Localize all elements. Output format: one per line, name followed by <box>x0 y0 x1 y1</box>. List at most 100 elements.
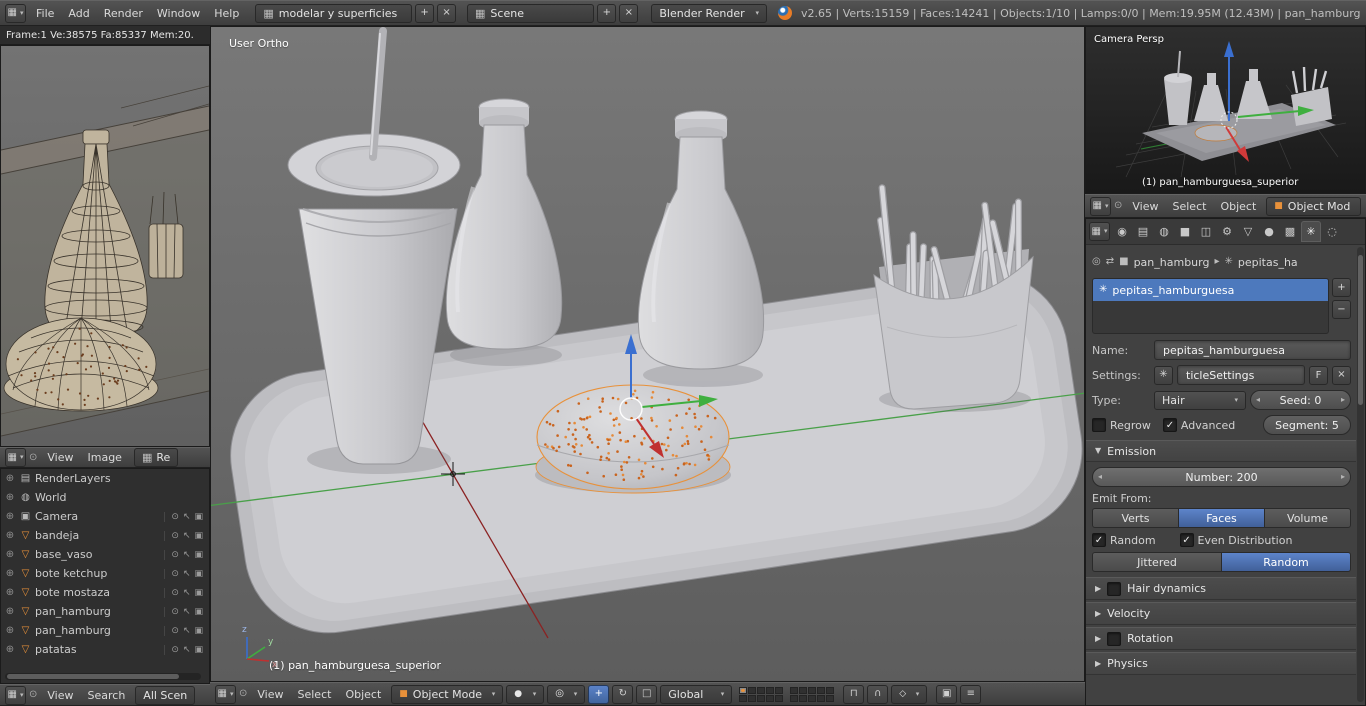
renderable-camera-icon[interactable]: ▣ <box>194 588 203 598</box>
layer-9-toggle[interactable] <box>766 694 775 702</box>
wireframe-bun[interactable] <box>3 317 159 412</box>
outliner-editor-type-button[interactable]: ▦ ▾ <box>5 685 26 705</box>
menu-file[interactable]: File <box>29 7 61 20</box>
collapse-menu-icon[interactable]: ⊙ <box>1114 201 1122 211</box>
expand-icon[interactable]: ⊕ <box>4 549 16 560</box>
translate-manipulator-button[interactable]: + <box>588 684 610 704</box>
rotate-manipulator-button[interactable]: ↻ <box>612 684 634 704</box>
visibility-eye-icon[interactable]: ⊙ <box>171 588 179 598</box>
renderable-camera-icon[interactable]: ▣ <box>194 512 203 522</box>
layer-6-toggle[interactable] <box>790 694 799 702</box>
mode-dropdown[interactable]: ■ Object Mode ▾ <box>391 684 504 704</box>
properties-scrollbar[interactable] <box>1357 247 1364 702</box>
outliner-menu-view[interactable]: View <box>40 689 80 702</box>
advanced-checkbox[interactable]: ✓ <box>1162 418 1177 432</box>
type-dropdown[interactable]: Hair ▾ <box>1154 390 1246 410</box>
menu-help[interactable]: Help <box>207 7 246 20</box>
browse-settings-button[interactable]: ✳ <box>1154 365 1173 385</box>
render-opengl-button[interactable]: ▣ <box>936 684 958 704</box>
properties-tab-physics[interactable]: ◌ <box>1322 221 1342 242</box>
breadcrumb-particles[interactable]: pepitas_ha <box>1238 256 1298 269</box>
properties-tab-render[interactable]: ◉ <box>1112 221 1132 242</box>
image-datablock-selector[interactable]: ▦ Re <box>133 448 179 467</box>
layer-6-toggle[interactable] <box>739 694 748 702</box>
renderable-camera-icon[interactable]: ▣ <box>194 550 203 560</box>
close-screen-button[interactable]: × <box>437 3 457 23</box>
properties-tab-world[interactable]: ◍ <box>1154 221 1174 242</box>
layer-8-toggle[interactable] <box>757 694 766 702</box>
mode-dropdown[interactable]: ■ Object Mod <box>1266 196 1361 216</box>
shading-dropdown[interactable]: ● ▾ <box>506 684 545 704</box>
remove-particle-system-button[interactable]: − <box>1332 300 1351 319</box>
camera-menu-object[interactable]: Object <box>1213 200 1263 213</box>
outliner-item[interactable]: ⊕ ▽ bote ketchup ⊙ ↖ ▣ <box>1 564 209 583</box>
outliner-item[interactable]: ⊕ ▽ base_vaso ⊙ ↖ ▣ <box>1 545 209 564</box>
visibility-eye-icon[interactable]: ⊙ <box>171 626 179 636</box>
main-viewport-canvas[interactable]: z y x <box>205 27 1087 681</box>
delete-scene-button[interactable]: × <box>619 3 639 23</box>
image-editor-type-button[interactable]: ▦ ▾ <box>5 448 26 467</box>
outliner-item-label[interactable]: World <box>35 491 67 504</box>
orientation-dropdown[interactable]: Global ▾ <box>660 684 733 704</box>
layer-9-toggle[interactable] <box>817 694 826 702</box>
add-particle-system-button[interactable]: + <box>1332 278 1351 297</box>
layer-8-toggle[interactable] <box>808 694 817 702</box>
panel-velocity[interactable]: ▶ Velocity <box>1086 602 1356 625</box>
emit-from-faces-button[interactable]: Faces <box>1179 508 1265 528</box>
renderable-camera-icon[interactable]: ▣ <box>194 569 203 579</box>
pivot-dropdown[interactable]: ◎ ▾ <box>547 684 586 704</box>
layer-10-toggle[interactable] <box>826 694 835 702</box>
outliner-item-label[interactable]: base_vaso <box>35 548 92 561</box>
visibility-eye-icon[interactable]: ⊙ <box>171 531 179 541</box>
properties-tab-constraints[interactable]: ◫ <box>1196 221 1216 242</box>
viewport-editor-type-button[interactable]: ▦ ▾ <box>1090 196 1111 216</box>
image-menu-image[interactable]: Image <box>81 451 129 464</box>
selectable-cursor-icon[interactable]: ↖ <box>183 569 191 579</box>
visibility-eye-icon[interactable]: ⊙ <box>171 512 179 522</box>
wireframe-viewport-canvas[interactable] <box>0 46 210 446</box>
expand-icon[interactable]: ⊕ <box>4 492 16 503</box>
name-field[interactable]: pepitas_hamburguesa <box>1154 340 1351 360</box>
properties-tab-particles[interactable]: ✳ <box>1301 221 1321 242</box>
selectable-cursor-icon[interactable]: ↖ <box>183 588 191 598</box>
expand-arrow-icon[interactable]: ▼ <box>1095 447 1101 455</box>
lock-to-scene-button[interactable]: ⊓ <box>843 684 865 704</box>
visibility-eye-icon[interactable]: ⊙ <box>171 550 179 560</box>
properties-tab-object[interactable]: ■ <box>1175 221 1195 242</box>
increment-icon[interactable]: ▸ <box>1341 473 1345 481</box>
outliner-item[interactable]: ⊕ ▽ bandeja ⊙ ↖ ▣ <box>1 526 209 545</box>
visibility-eye-icon[interactable]: ⊙ <box>171 645 179 655</box>
pin-icon[interactable]: ◎ <box>1092 257 1101 267</box>
menu-window[interactable]: Window <box>150 7 207 20</box>
panel-checkbox[interactable] <box>1107 631 1122 646</box>
expand-icon[interactable]: ⊕ <box>4 530 16 541</box>
expand-arrow-icon[interactable]: ▶ <box>1095 634 1101 643</box>
expand-arrow-icon[interactable]: ▶ <box>1095 609 1101 618</box>
layer-7-toggle[interactable] <box>799 694 808 702</box>
outliner-item-label[interactable]: bote ketchup <box>35 567 107 580</box>
add-scene-button[interactable]: + <box>597 3 617 23</box>
distribution-jittered-button[interactable]: Jittered <box>1092 552 1222 572</box>
expand-icon[interactable]: ⊕ <box>4 644 16 655</box>
render-opengl-anim-button[interactable]: ≡ <box>960 684 982 704</box>
camera-viewport[interactable]: Camera Persp (1) pan_hamburguesa_superio… <box>1085 26 1366 194</box>
layer-1-toggle[interactable] <box>790 686 799 694</box>
panel-hair-dynamics[interactable]: ▶ Hair dynamics <box>1086 577 1356 600</box>
layer-2-toggle[interactable] <box>799 686 808 694</box>
outliner-item-label[interactable]: pan_hamburg <box>35 605 111 618</box>
expand-icon[interactable]: ⊕ <box>4 473 16 484</box>
emit-from-volume-button[interactable]: Volume <box>1265 508 1351 528</box>
add-screen-button[interactable]: + <box>415 3 435 23</box>
scale-manipulator-button[interactable]: □ <box>636 684 658 704</box>
properties-tab-modifiers[interactable]: ⚙ <box>1217 221 1237 242</box>
settings-field[interactable]: ticleSettings <box>1177 365 1305 385</box>
decrement-icon[interactable]: ◂ <box>1098 473 1102 481</box>
expand-icon[interactable]: ⊕ <box>4 625 16 636</box>
outliner-scrollbar[interactable] <box>5 673 201 680</box>
camera-menu-select[interactable]: Select <box>1166 200 1214 213</box>
outliner-item-label[interactable]: pan_hamburg <box>35 624 111 637</box>
properties-editor-type-button[interactable]: ▦ ▾ <box>1089 222 1110 241</box>
seed-field[interactable]: ◂ Seed: 0 ▸ <box>1250 390 1351 410</box>
selectable-cursor-icon[interactable]: ↖ <box>183 645 191 655</box>
renderable-camera-icon[interactable]: ▣ <box>194 607 203 617</box>
